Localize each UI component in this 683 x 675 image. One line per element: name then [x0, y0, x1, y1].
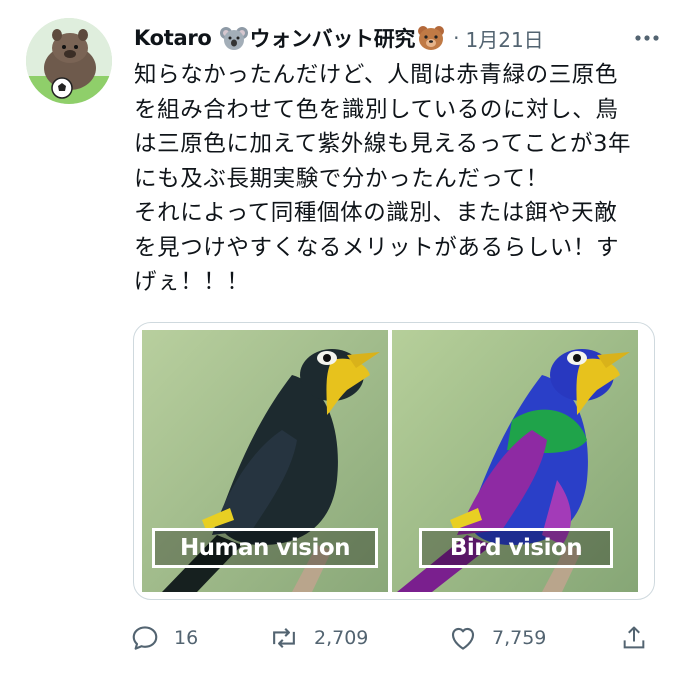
bird-vision-caption: Bird vision — [419, 528, 613, 568]
koala-emoji-icon — [219, 24, 248, 52]
like-button[interactable]: 7,759 — [448, 616, 546, 660]
bird-vision-image: Bird vision — [392, 330, 638, 592]
share-button[interactable] — [620, 616, 662, 660]
retweet-button[interactable]: 2,709 — [268, 616, 368, 660]
retweet-count: 2,709 — [314, 627, 369, 649]
human-vision-image: Human vision — [142, 330, 388, 592]
share-icon — [623, 626, 645, 649]
avatar[interactable] — [26, 18, 112, 104]
bear-emoji-icon — [417, 24, 445, 52]
human-vision-caption: Human vision — [152, 528, 378, 568]
tweet-header: Kotaro ウォンバット研究 · 1月21日 — [134, 20, 664, 56]
more-options-button[interactable] — [630, 22, 664, 54]
more-horizontal-icon — [635, 35, 659, 41]
tweet-date[interactable]: 1月21日 — [466, 24, 544, 53]
retweet-icon — [273, 628, 295, 648]
like-count: 7,759 — [492, 627, 547, 649]
reply-button[interactable]: 16 — [130, 616, 198, 660]
tweet-text: 知らなかったんだけど、人間は赤青緑の三原色 を組み合わせて色を識別しているのに対… — [134, 62, 632, 295]
author-handle-suffix[interactable]: ウォンバット研究 — [250, 23, 416, 53]
heart-icon — [451, 627, 475, 650]
header-separator: · — [453, 26, 460, 50]
reply-icon — [132, 626, 158, 650]
wombat-avatar-icon — [26, 18, 112, 104]
tweet-actions: 16 2,709 7,759 — [130, 616, 660, 660]
reply-count: 16 — [174, 627, 199, 649]
tweet-media[interactable]: Human vision Bird vision — [133, 322, 655, 600]
author-name[interactable]: Kotaro — [134, 26, 212, 50]
tweet: Kotaro ウォンバット研究 · 1月21日 知らなかったんだけど、人間は赤青… — [0, 0, 683, 675]
